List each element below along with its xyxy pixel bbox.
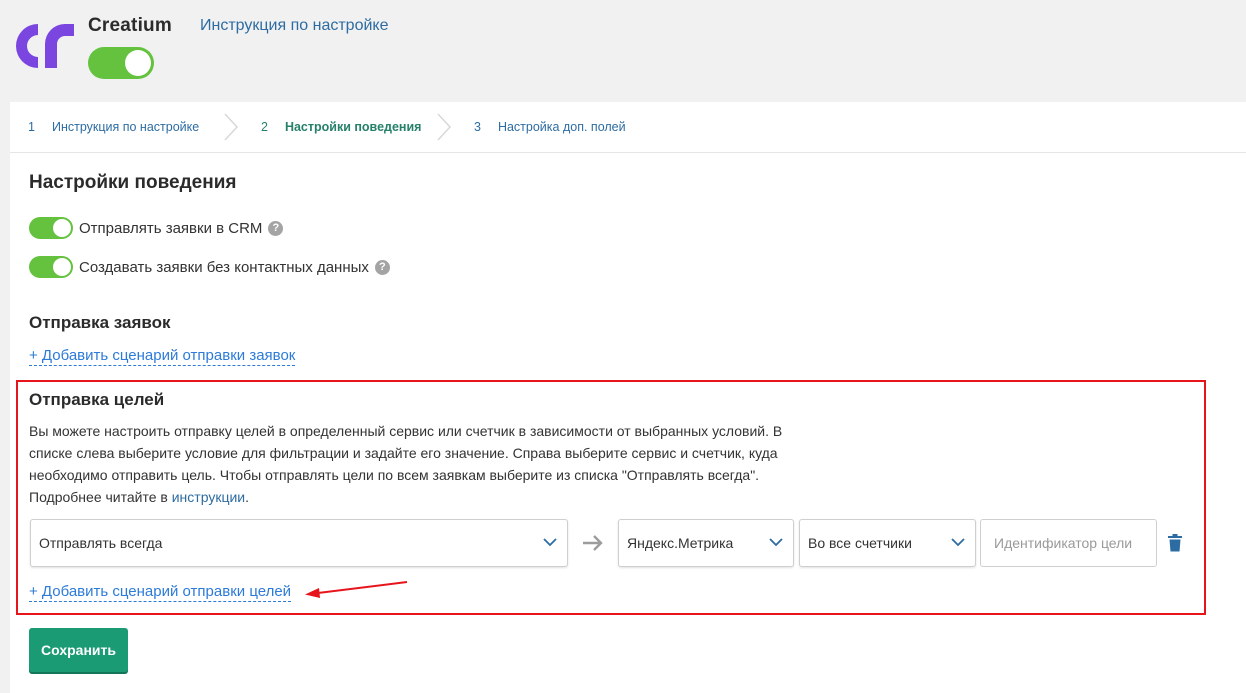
creatium-logo xyxy=(16,24,74,68)
arrow-right-icon xyxy=(583,535,603,551)
no-contacts-row: Создавать заявки без контактных данных ? xyxy=(29,256,390,278)
counter-select[interactable]: Во все счетчики xyxy=(799,519,976,567)
send-to-crm-toggle[interactable] xyxy=(29,217,73,239)
chevron-down-icon xyxy=(769,538,783,547)
instructions-link[interactable]: инструкции xyxy=(172,489,245,505)
send-to-crm-label: Отправлять заявки в CRM xyxy=(79,219,263,237)
no-contacts-label: Создавать заявки без контактных данных xyxy=(79,258,369,276)
send-to-crm-row: Отправлять заявки в CRM ? xyxy=(29,217,284,239)
help-icon[interactable]: ? xyxy=(374,259,390,275)
step-chevron-icon xyxy=(224,113,239,141)
toggle-knob xyxy=(125,50,151,76)
condition-select[interactable]: Отправлять всегда xyxy=(30,519,568,567)
step-chevron-icon xyxy=(437,113,452,141)
setup-instructions-link[interactable]: Инструкция по настройке xyxy=(200,17,388,35)
step-instructions[interactable]: 1 Инструкция по настройке xyxy=(28,102,199,152)
add-goals-scenario-link[interactable]: + Добавить сценарий отправки целей xyxy=(29,583,292,602)
goals-description: Вы можете настроить отправку целей в опр… xyxy=(29,423,783,505)
add-leads-scenario-link[interactable]: + Добавить сценарий отправки заявок xyxy=(29,347,296,366)
help-icon[interactable]: ? xyxy=(268,220,284,236)
no-contacts-toggle[interactable] xyxy=(29,256,73,278)
wizard-steps: 1 Инструкция по настройке 2 Настройки по… xyxy=(10,102,1246,153)
behavior-title: Настройки поведения xyxy=(29,172,237,193)
save-button[interactable]: Сохранить xyxy=(29,628,128,672)
annotation-arrow-icon xyxy=(305,581,408,598)
integration-toggle[interactable] xyxy=(88,47,154,79)
step-extra-fields[interactable]: 3 Настройка доп. полей xyxy=(474,102,626,152)
step-behavior[interactable]: 2 Настройки поведения xyxy=(261,102,421,152)
goal-id-input[interactable]: Идентификатор цели xyxy=(980,519,1157,567)
service-select[interactable]: Яндекс.Метрика xyxy=(618,519,794,567)
leads-title: Отправка заявок xyxy=(29,313,171,332)
settings-panel: 1 Инструкция по настройке 2 Настройки по… xyxy=(10,102,1246,693)
app-title: Creatium xyxy=(88,15,172,36)
chevron-down-icon xyxy=(543,538,557,547)
chevron-down-icon xyxy=(951,538,965,547)
goals-title: Отправка целей xyxy=(29,390,165,409)
trash-icon[interactable] xyxy=(1167,534,1183,552)
